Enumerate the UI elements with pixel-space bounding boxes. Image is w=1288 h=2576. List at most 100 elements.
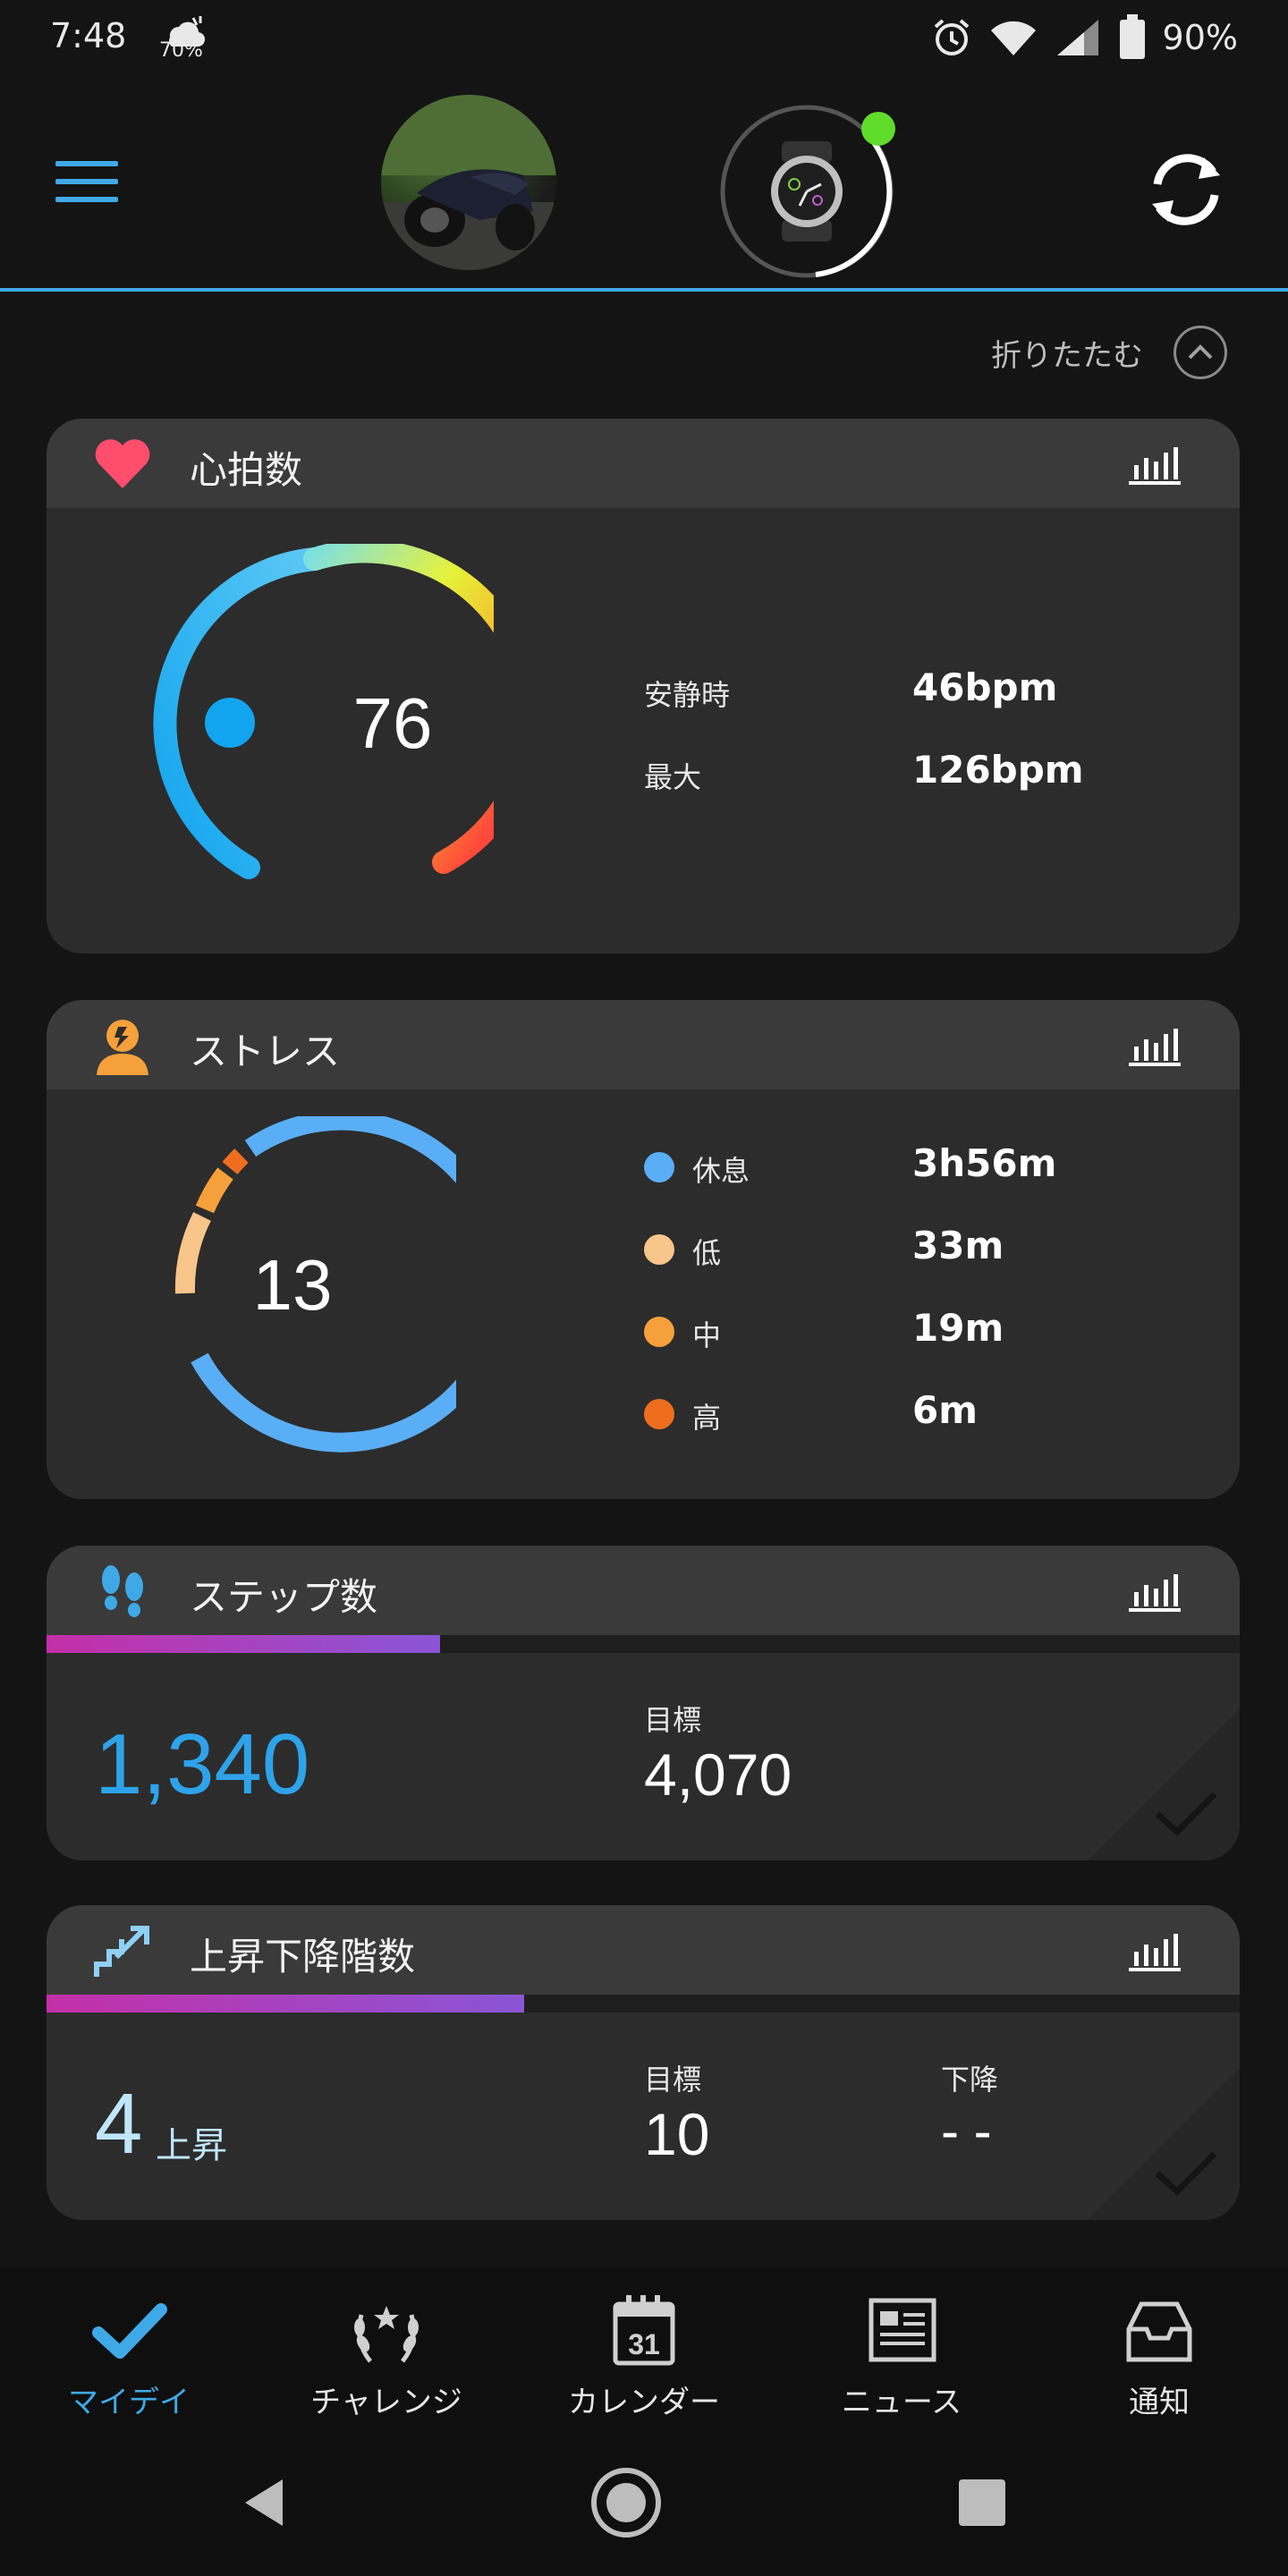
stress-card-header: ストレス bbox=[47, 1000, 1240, 1089]
menu-button[interactable] bbox=[55, 161, 118, 215]
back-icon[interactable] bbox=[229, 2465, 304, 2540]
calendar-icon: 31 bbox=[613, 2295, 675, 2366]
nav-item-news[interactable]: ニュース bbox=[785, 2288, 1018, 2422]
alarm-icon bbox=[934, 19, 969, 55]
floors-title: 上昇下降階数 bbox=[190, 1935, 416, 1979]
high-label: 高 bbox=[692, 1401, 722, 1435]
wifi-icon bbox=[990, 21, 1036, 55]
inbox-icon bbox=[1126, 2301, 1192, 2362]
system-navigation bbox=[0, 2428, 1288, 2576]
floors-card[interactable]: 上昇下降階数 4 上昇 目標 10 下降 - - bbox=[47, 1905, 1240, 2220]
bottom-navigation: マイデイ チャレンジ 31 カレンダー ニュース 通知 bbox=[0, 2267, 1288, 2428]
header-divider bbox=[0, 288, 1288, 292]
menu-icon-bar bbox=[55, 161, 118, 166]
battery-icon bbox=[1119, 14, 1145, 59]
floors-progress-bar bbox=[47, 1995, 1240, 2012]
stress-title: ストレス bbox=[190, 1030, 341, 1073]
signal-icon bbox=[1056, 20, 1098, 55]
steps-card[interactable]: ステップ数 1,340 目標 4,070 bbox=[47, 1546, 1240, 1860]
steps-goal-value: 4,070 bbox=[644, 1741, 792, 1808]
menu-icon-bar bbox=[55, 197, 118, 202]
checkmark-icon bbox=[92, 2303, 167, 2359]
heart-rate-marker bbox=[205, 698, 255, 748]
nav-label: チャレンジ bbox=[310, 2385, 462, 2420]
floors-value-unit: 上昇 bbox=[156, 2125, 227, 2166]
stress-card[interactable]: ストレス 13 休息 3h56m 低 33m 中 19m 高 6m bbox=[47, 1000, 1240, 1499]
recents-icon[interactable] bbox=[945, 2465, 1020, 2540]
app-root: 7:48 70% 90% 折りたたむ 心拍数 76 安静時 46bpm 最大 1… bbox=[0, 0, 1288, 2576]
home-icon[interactable] bbox=[589, 2465, 664, 2540]
status-icons: 90% bbox=[930, 13, 1238, 63]
medium-legend-dot bbox=[644, 1317, 674, 1347]
floors-goal-value: 10 bbox=[644, 2101, 710, 2167]
resting-hr-label: 安静時 bbox=[644, 678, 731, 712]
profile-avatar[interactable] bbox=[381, 95, 556, 270]
laurel-icon bbox=[354, 2306, 419, 2363]
medium-value: 19m bbox=[912, 1306, 1004, 1350]
floors-progress-fill bbox=[47, 1995, 524, 2012]
steps-progress-bar bbox=[47, 1635, 1240, 1653]
floors-down-label: 下降 bbox=[941, 2063, 999, 2097]
goal-check-icon bbox=[1088, 2068, 1240, 2220]
floors-down-value: - - bbox=[941, 2101, 992, 2161]
heart-icon bbox=[95, 439, 150, 488]
max-hr-value: 126bpm bbox=[912, 748, 1084, 792]
bar-chart-icon[interactable] bbox=[1129, 1023, 1181, 1068]
nav-label: カレンダー bbox=[568, 2385, 720, 2420]
high-value: 6m bbox=[912, 1388, 978, 1432]
nav-label: 通知 bbox=[1129, 2385, 1190, 2420]
heart-rate-card-header: 心拍数 bbox=[47, 419, 1240, 508]
stress-arc-high bbox=[222, 1148, 249, 1175]
nav-item-my-day[interactable]: マイデイ bbox=[13, 2288, 245, 2422]
steps-card-header: ステップ数 bbox=[47, 1546, 1240, 1635]
stress-gauge: 13 bbox=[174, 1116, 456, 1453]
steps-title: ステップ数 bbox=[190, 1575, 378, 1619]
chevron-up-icon bbox=[1188, 344, 1213, 360]
floors-card-header: 上昇下降階数 bbox=[47, 1905, 1240, 1995]
heart-rate-card[interactable]: 心拍数 76 安静時 46bpm 最大 126bpm bbox=[47, 419, 1240, 953]
heart-rate-gauge: 76 bbox=[153, 544, 494, 879]
motorcycle-photo bbox=[381, 95, 556, 270]
news-icon bbox=[869, 2298, 936, 2362]
weather-percentage: 70% bbox=[159, 39, 203, 62]
stress-arc-medium bbox=[195, 1167, 233, 1214]
battery-percentage: 90% bbox=[1162, 18, 1238, 57]
nav-label: ニュース bbox=[841, 2385, 962, 2420]
medium-label: 中 bbox=[692, 1318, 722, 1352]
nav-item-calendar[interactable]: 31 カレンダー bbox=[528, 2288, 760, 2422]
steps-progress-fill bbox=[47, 1635, 441, 1653]
goal-check-icon bbox=[1088, 1708, 1240, 1860]
bar-chart-icon[interactable] bbox=[1129, 1569, 1181, 1614]
steps-value: 1,340 bbox=[95, 1716, 310, 1812]
collapse-label: 折りたたむ bbox=[991, 337, 1143, 374]
heart-rate-title: 心拍数 bbox=[190, 448, 303, 492]
resting-hr-value: 46bpm bbox=[912, 665, 1058, 709]
menu-icon-bar bbox=[55, 179, 118, 184]
nav-label: マイデイ bbox=[68, 2385, 190, 2420]
bar-chart-icon[interactable] bbox=[1129, 442, 1181, 487]
low-label: 低 bbox=[692, 1236, 722, 1270]
nav-item-notifications[interactable]: 通知 bbox=[1043, 2288, 1275, 2422]
calendar-day: 31 bbox=[628, 2328, 660, 2360]
footprints-icon bbox=[102, 1565, 143, 1617]
steps-goal-label: 目標 bbox=[644, 1703, 702, 1737]
sync-icon[interactable] bbox=[1141, 145, 1231, 234]
collapse-button[interactable] bbox=[1174, 326, 1227, 379]
status-bar: 7:48 70% 90% bbox=[0, 0, 1288, 75]
collapse-toggle[interactable]: 折りたたむ bbox=[991, 324, 1227, 381]
stress-arc-low bbox=[174, 1212, 211, 1294]
rest-label: 休息 bbox=[692, 1154, 750, 1188]
floors-value: 4 bbox=[95, 2076, 143, 2172]
status-time: 7:48 bbox=[50, 16, 127, 55]
floors-goal-label: 目標 bbox=[644, 2063, 702, 2097]
bar-chart-icon[interactable] bbox=[1129, 1928, 1181, 1973]
low-legend-dot bbox=[644, 1234, 674, 1265]
device-watch-icon[interactable] bbox=[717, 95, 902, 279]
stress-person-icon bbox=[97, 1020, 148, 1075]
heart-rate-current: 76 bbox=[353, 683, 433, 763]
app-header bbox=[0, 75, 1288, 292]
nav-item-challenge[interactable]: チャレンジ bbox=[270, 2288, 503, 2422]
rest-legend-dot bbox=[644, 1152, 674, 1182]
low-value: 33m bbox=[912, 1224, 1004, 1267]
stress-level: 13 bbox=[253, 1245, 333, 1325]
